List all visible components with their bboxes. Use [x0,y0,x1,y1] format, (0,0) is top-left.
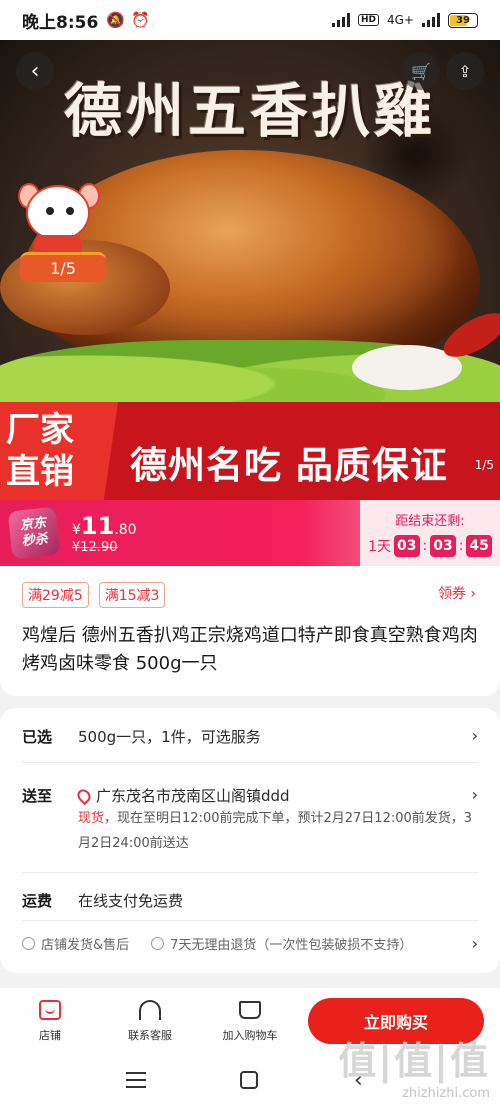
delivery-estimate: 现货，现在至明日12:00前完成下单，预计2月27日12:00前发货，3月2日2… [78,811,473,851]
countdown-label: 距结束还剩: [395,513,465,529]
selected-label: 已选 [22,728,53,746]
countdown-days: 1天 [368,538,392,555]
promo-tag[interactable]: 满15减3 [98,582,166,608]
banner-slogan: 德州名吃 品质保证 [130,444,448,487]
original-price: ¥12.90 [72,539,118,555]
location-pin-icon [74,786,94,806]
headset-icon [139,1000,161,1020]
watermark: 值|值|值 [338,1039,490,1083]
share-icon: ⇪ [458,61,472,81]
service-guarantee-row[interactable]: 店铺发货&售后 7天无理由退货（一次性包装破损不支持） › [22,934,478,953]
cart-button[interactable]: 🛒 [402,52,440,90]
selected-value: 500g一只，1件，可选服务 [78,728,261,746]
image-counter: 1/5 [20,252,106,282]
divider [22,872,478,873]
battery-icon: 39 [448,12,478,28]
mute-icon: 🔕 [106,11,125,29]
cart-label: 加入购物车 [222,1029,278,1042]
ship-address: 广东茂名市茂南区山阁镇ddd [96,787,290,805]
product-page: 晚上8:56 🔕 ⏰ HD 4G+ 39 德州五香扒雞 厂家 直销 德州名吃 品… [0,0,500,1111]
share-button[interactable]: ⇪ [446,52,484,90]
countdown: 距结束还剩: 1天 03: 03: 45 [360,500,500,566]
divider [22,762,478,763]
countdown-minutes: 03 [430,534,456,557]
jd-seckill-badge: 京东 秒杀 [7,506,61,560]
wifi-signal-icon [331,13,350,27]
product-title: 鸡煌后 德州五香扒鸡正宗烧鸡道口特产即食真空熟食鸡肉烤鸡卤味零食 500g一只 [22,625,478,674]
cart-icon: 🛒 [411,61,431,81]
check-circle-icon [151,937,165,950]
service-label: 联系客服 [128,1029,172,1042]
network-label: 4G+ [387,13,414,27]
shop-button[interactable]: 店铺 [0,999,100,1043]
fee-label: 运费 [22,892,53,910]
recent-apps-icon[interactable] [126,1072,146,1088]
battery-level: 39 [456,14,470,26]
cell-signal-icon [422,13,440,27]
product-info-card: 满29减5 满15减3 领券 › 鸡煌后 德州五香扒鸡正宗烧鸡道口特产即食真空熟… [0,566,500,696]
divider [22,920,478,921]
stock-status: 现货 [78,811,105,826]
cart-icon [239,1001,261,1019]
countdown-hours: 03 [394,534,420,557]
side-index: 1/5 [474,458,494,472]
factory-direct-badge: 厂家 直销 [0,402,118,500]
chevron-right-icon: › [471,934,478,953]
shop-label: 店铺 [39,1029,61,1042]
service-item: 7天无理由退货（一次性包装破损不支持） [170,938,413,953]
get-coupon-link[interactable]: 领券 › [438,583,476,603]
product-image-carousel[interactable]: 德州五香扒雞 厂家 直销 德州名吃 品质保证 1/5 1/5 [0,40,500,500]
customer-service-button[interactable]: 联系客服 [100,999,200,1043]
chevron-right-icon: › [471,785,478,804]
hd-icon: HD [357,14,379,26]
home-icon[interactable] [240,1071,258,1089]
service-item: 店铺发货&售后 [41,938,130,953]
ship-label: 送至 [22,787,53,805]
countdown-seconds: 45 [466,534,492,557]
promo-tag[interactable]: 满29减5 [22,582,89,608]
current-price: ¥11.80 [72,511,137,540]
status-bar: 晚上8:56 🔕 ⏰ HD 4G+ 39 [0,0,500,40]
back-button[interactable]: ‹ [16,52,54,90]
alarm-icon: ⏰ [130,11,150,29]
add-to-cart-button[interactable]: 加入购物车 [200,999,300,1043]
seckill-price-bar: 京东 秒杀 ¥11.80 ¥12.90 距结束还剩: 1天 03: 03: 45 [0,500,500,566]
chevron-left-icon: ‹ [30,58,40,84]
shop-icon [39,1000,61,1020]
status-time: 晚上8:56 [22,12,99,33]
chevron-right-icon: › [471,726,478,745]
watermark-site: zhizhizhi.com [402,1086,490,1101]
fee-value: 在线支付免运费 [78,892,184,910]
check-circle-icon [22,937,35,950]
